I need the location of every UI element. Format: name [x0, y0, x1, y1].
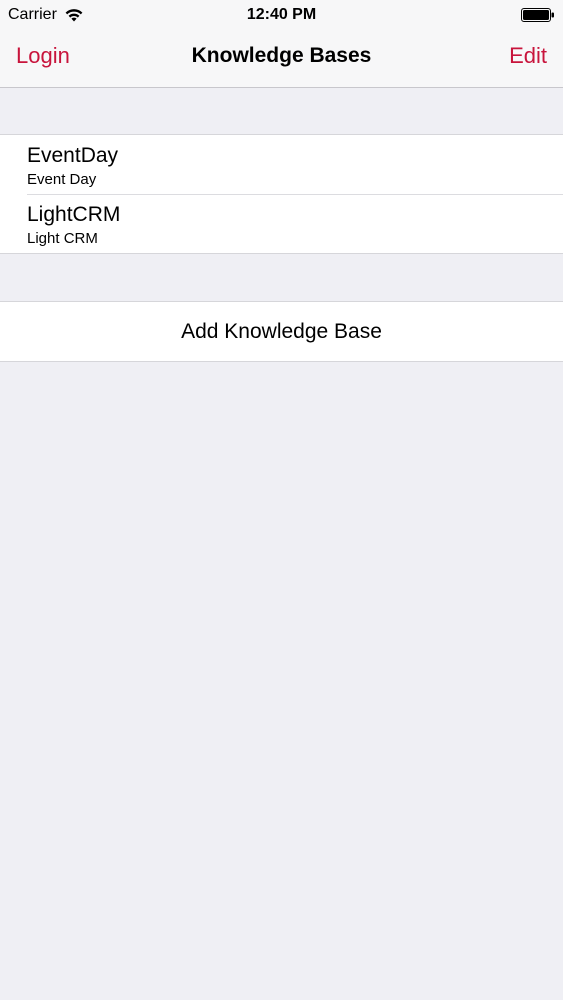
list-item-lightcrm[interactable]: LightCRM Light CRM — [0, 194, 563, 253]
header: Carrier 12:40 PM Login Knowledge Bases E… — [0, 0, 563, 88]
add-knowledge-base-section: Add Knowledge Base — [0, 301, 563, 362]
navigation-bar: Login Knowledge Bases Edit — [0, 30, 563, 88]
status-time: 12:40 PM — [246, 6, 317, 23]
list-item-title: LightCRM — [27, 203, 121, 226]
knowledge-bases-screen: Carrier 12:40 PM Login Knowledge Bases E… — [0, 0, 563, 1000]
page-title: Knowledge Bases — [191, 44, 372, 67]
list-item-eventday[interactable]: EventDay Event Day — [0, 135, 563, 194]
knowledge-base-list: EventDay Event Day LightCRM Light CRM — [0, 134, 563, 254]
edit-button[interactable]: Edit — [509, 43, 547, 69]
battery-icon — [521, 8, 554, 22]
list-item-title: EventDay — [27, 144, 119, 167]
status-bar: Carrier 12:40 PM — [0, 0, 563, 30]
add-knowledge-base-button[interactable]: Add Knowledge Base — [0, 302, 563, 361]
list-item-subtitle: Light CRM — [27, 230, 98, 247]
list-item-subtitle: Event Day — [27, 171, 97, 188]
